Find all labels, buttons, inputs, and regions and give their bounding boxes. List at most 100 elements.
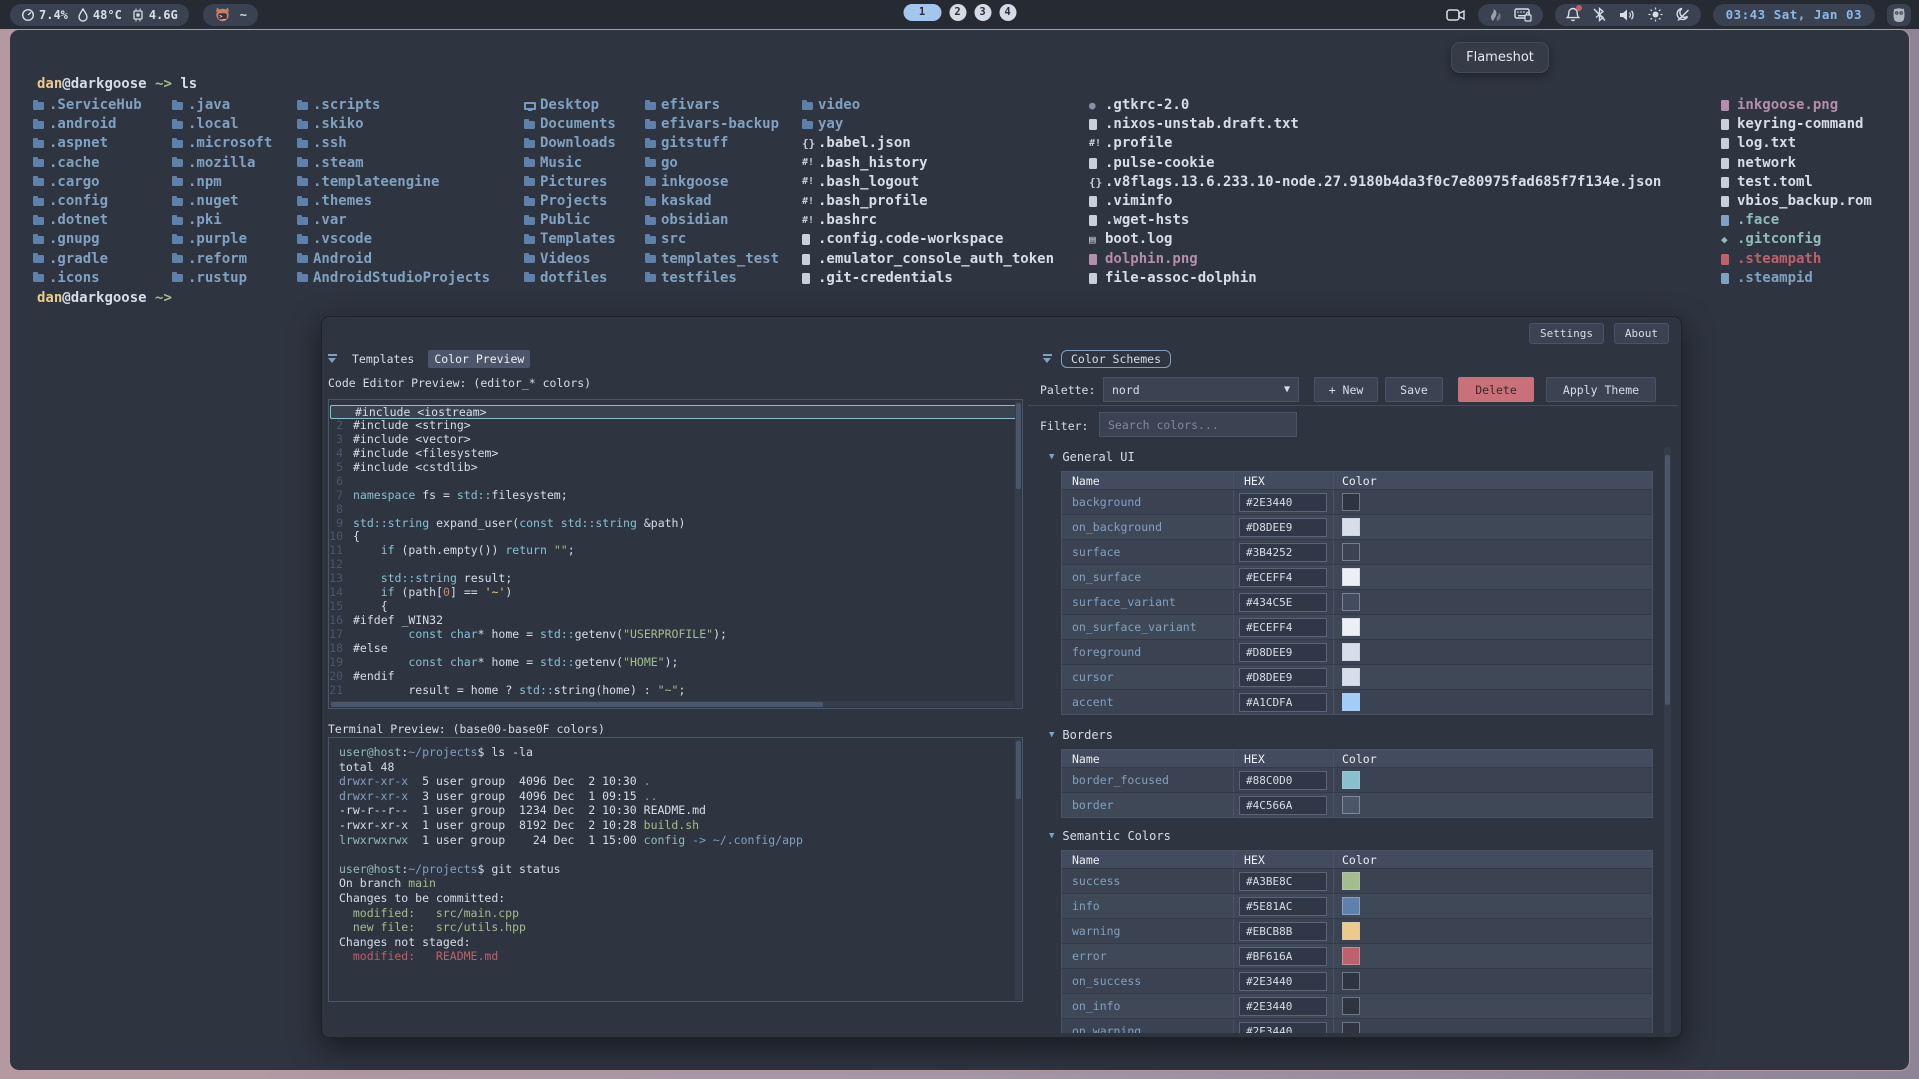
tray-owl-pill[interactable] — [1887, 4, 1911, 26]
hex-value-input[interactable]: #4C566A — [1239, 796, 1327, 815]
hex-value-input[interactable]: #D8DEE9 — [1239, 518, 1327, 537]
keyboard-lock-icon[interactable] — [1514, 7, 1532, 22]
night-light-off-icon[interactable] — [1676, 7, 1690, 22]
color-swatch[interactable] — [1342, 493, 1360, 511]
color-row-on_info[interactable]: on_info#2E3440 — [1062, 993, 1652, 1018]
right-pane-menu-icon[interactable] — [1043, 354, 1053, 364]
hex-value-input[interactable]: #A1CDFA — [1239, 693, 1327, 712]
hex-value-input[interactable]: #3B4252 — [1239, 543, 1327, 562]
hex-value-input[interactable]: #EBCB8B — [1239, 922, 1327, 941]
section-header-semantic-colors[interactable]: ▼Semantic Colors — [1049, 828, 1664, 844]
hex-value-input[interactable]: #88C0D0 — [1239, 771, 1327, 790]
color-row-success[interactable]: success#A3BE8C — [1062, 868, 1652, 893]
system-stats-pill[interactable]: 7.4% 48°C 4.6G — [10, 4, 189, 26]
hex-value-input[interactable]: #D8DEE9 — [1239, 668, 1327, 687]
workspace-1-active[interactable]: 1 — [903, 4, 941, 21]
hex-value-input[interactable]: #BF616A — [1239, 947, 1327, 966]
color-filter-input[interactable] — [1099, 412, 1297, 437]
color-swatch[interactable] — [1342, 997, 1360, 1015]
color-swatch[interactable] — [1342, 922, 1360, 940]
color-swatch[interactable] — [1342, 897, 1360, 915]
hex-value-input[interactable]: #2E3440 — [1239, 997, 1327, 1016]
bluetooth-off-icon[interactable] — [1593, 7, 1606, 22]
folder-icon — [645, 140, 656, 148]
brightness-icon[interactable] — [1648, 7, 1663, 22]
tab-color-preview[interactable]: Color Preview — [428, 350, 530, 368]
workspace-4[interactable]: 4 — [999, 4, 1016, 21]
workspace-2[interactable]: 2 — [949, 4, 966, 21]
color-row-on_surface[interactable]: on_surface#ECEFF4 — [1062, 564, 1652, 589]
color-row-info[interactable]: info#5E81AC — [1062, 893, 1652, 918]
color-swatch[interactable] — [1342, 771, 1360, 789]
terminal-app-pill[interactable]: >_ ~ — [203, 4, 258, 26]
flameshot-icon[interactable] — [1489, 8, 1502, 22]
screen-record-icon[interactable] — [1446, 7, 1466, 23]
color-row-on_background[interactable]: on_background#D8DEE9 — [1062, 514, 1652, 539]
tab-templates[interactable]: Templates — [346, 350, 420, 368]
color-swatch[interactable] — [1342, 593, 1360, 611]
apply-theme-button[interactable]: Apply Theme — [1546, 377, 1656, 402]
color-swatch[interactable] — [1342, 643, 1360, 661]
about-button[interactable]: About — [1614, 323, 1669, 344]
text-segment: if — [381, 544, 395, 558]
palette-select[interactable]: nord ▼ — [1103, 377, 1299, 402]
workspace-3[interactable]: 3 — [974, 4, 991, 21]
color-row-on_success[interactable]: on_success#2E3440 — [1062, 968, 1652, 993]
color-row-on_warning[interactable]: on_warning#2E3440 — [1062, 1018, 1652, 1033]
color-row-surface_variant[interactable]: surface_variant#434C5E — [1062, 589, 1652, 614]
hex-value-input[interactable]: #5E81AC — [1239, 897, 1327, 916]
volume-icon[interactable] — [1619, 8, 1635, 22]
file-icon — [1721, 254, 1729, 265]
hex-value-input[interactable]: #2E3440 — [1239, 1022, 1327, 1034]
hex-value-input[interactable]: #ECEFF4 — [1239, 568, 1327, 587]
color-row-surface[interactable]: surface#3B4252 — [1062, 539, 1652, 564]
new-palette-button[interactable]: + New — [1314, 377, 1378, 402]
color-row-border_focused[interactable]: border_focused#88C0D0 — [1062, 767, 1652, 792]
color-swatch[interactable] — [1342, 518, 1360, 536]
color-row-warning[interactable]: warning#EBCB8B — [1062, 918, 1652, 943]
editor-hscrollbar-thumb[interactable] — [331, 702, 823, 707]
color-row-error[interactable]: error#BF616A — [1062, 943, 1652, 968]
section-header-general-ui[interactable]: ▼General UI — [1049, 449, 1664, 465]
color-swatch[interactable] — [1342, 796, 1360, 814]
color-swatch[interactable] — [1342, 618, 1360, 636]
terminal-preview-line: -rwxr-xr-x 1 user group 8192 Dec 2 10:28… — [339, 818, 1022, 833]
color-swatch[interactable] — [1342, 1022, 1360, 1033]
hex-value-input[interactable]: #ECEFF4 — [1239, 618, 1327, 637]
color-row-background[interactable]: background#2E3440 — [1062, 489, 1652, 514]
color-row-cursor[interactable]: cursor#D8DEE9 — [1062, 664, 1652, 689]
save-button[interactable]: Save — [1385, 377, 1443, 402]
color-swatch[interactable] — [1342, 693, 1360, 711]
editor-vscrollbar-track[interactable] — [1015, 401, 1021, 707]
delete-button[interactable]: Delete — [1458, 377, 1534, 402]
file-icon — [1721, 158, 1729, 169]
memory-stat: 4.6G — [131, 8, 178, 22]
color-row-border[interactable]: border#4C566A — [1062, 792, 1652, 817]
color-swatch[interactable] — [1342, 872, 1360, 890]
hex-value-input[interactable]: #D8DEE9 — [1239, 643, 1327, 662]
hex-value-input[interactable]: #434C5E — [1239, 593, 1327, 612]
section-header-borders[interactable]: ▼Borders — [1049, 727, 1664, 743]
colors-scrollbar-track[interactable] — [1664, 447, 1671, 1033]
notifications-wrap[interactable] — [1566, 7, 1580, 22]
terminal-vscrollbar-track[interactable] — [1015, 739, 1021, 1000]
color-swatch[interactable] — [1342, 947, 1360, 965]
color-row-accent[interactable]: accent#A1CDFA — [1062, 689, 1652, 714]
color-swatch[interactable] — [1342, 568, 1360, 586]
clock-pill[interactable]: 03:43 Sat, Jan 03 — [1713, 4, 1875, 26]
hex-value-input[interactable]: #2E3440 — [1239, 493, 1327, 512]
editor-vscrollbar-thumb[interactable] — [1016, 403, 1021, 489]
color-row-on_surface_variant[interactable]: on_surface_variant#ECEFF4 — [1062, 614, 1652, 639]
terminal-vscrollbar-thumb[interactable] — [1016, 741, 1021, 799]
tab-color-schemes[interactable]: Color Schemes — [1061, 350, 1171, 368]
hex-value-input[interactable]: #A3BE8C — [1239, 872, 1327, 891]
color-swatch[interactable] — [1342, 668, 1360, 686]
hex-value-input[interactable]: #2E3440 — [1239, 972, 1327, 991]
editor-hscrollbar-track[interactable] — [330, 701, 1014, 707]
color-swatch[interactable] — [1342, 543, 1360, 561]
color-row-foreground[interactable]: foreground#D8DEE9 — [1062, 639, 1652, 664]
left-pane-menu-icon[interactable] — [328, 354, 338, 364]
color-swatch[interactable] — [1342, 972, 1360, 990]
colors-scrollbar-thumb[interactable] — [1665, 455, 1670, 705]
settings-button[interactable]: Settings — [1529, 323, 1604, 344]
